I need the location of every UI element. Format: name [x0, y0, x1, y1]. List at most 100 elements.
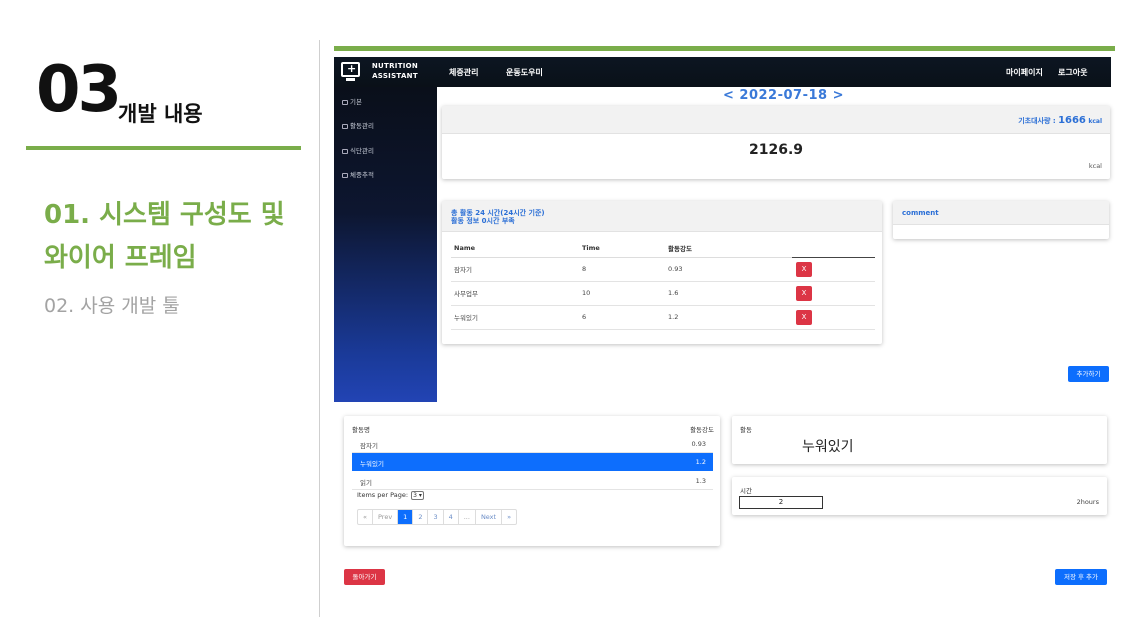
list-item[interactable]: 잠자기 0.93 — [352, 435, 713, 453]
slide-divider-rule — [26, 146, 301, 150]
picker-header-name: 활동명 — [352, 426, 370, 434]
activity-picker-card: 활동명 활동강도 잠자기 0.93 누워있기 1.2 읽기 1.3 Items … — [344, 416, 720, 546]
comment-title: comment — [902, 209, 939, 217]
bmr-value: 1666 — [1058, 115, 1086, 126]
page-prev-button[interactable]: Prev — [373, 510, 399, 524]
cell-time: 10 — [579, 281, 665, 306]
list-item-name: 누워있기 — [360, 460, 384, 468]
cell-time: 6 — [579, 305, 665, 330]
section-1-heading: 01. 시스템 구성도 및 와이어 프레임 — [44, 194, 304, 280]
sidebar-item-label: 체중추적 — [350, 171, 374, 179]
nav-weight-management[interactable]: 체중관리 — [449, 67, 478, 78]
activity-table-card: 총 활동 24 시간(24시간 기준) 활동 정보 0시간 부족 Name Ti… — [442, 201, 882, 344]
time-field-card: 시간 2 2hours — [732, 477, 1107, 515]
page-next-button[interactable]: Next — [476, 510, 503, 524]
time-input[interactable]: 2 — [739, 496, 823, 509]
activity-table: Name Time 활동강도 잠자기 8 0.93 X 사무업무 10 1.6 … — [451, 239, 875, 330]
page-button-2[interactable]: 2 — [413, 510, 429, 524]
bmr-label: 기초대사량 : 1666 kcal — [1018, 115, 1102, 126]
column-header-name: Name — [451, 239, 579, 258]
delete-button[interactable]: X — [796, 285, 812, 301]
table-row: 누워있기 6 1.2 X — [451, 305, 875, 330]
activity-field-card: 활동 누워있기 — [732, 416, 1107, 464]
slide-title: 개발 내용 — [118, 102, 203, 126]
items-per-page-value: 3 — [413, 492, 417, 499]
delete-button[interactable]: X — [796, 309, 812, 325]
list-item[interactable]: 읽기 1.3 — [352, 472, 713, 490]
page-ellipsis: ... — [459, 510, 476, 524]
activity-summary-shortage: 활동 정보 0시간 부족 — [451, 217, 515, 225]
save-and-add-button[interactable]: 저장 후 추가 — [1055, 569, 1107, 585]
list-item-intensity: 1.2 — [695, 458, 706, 466]
time-field-label: 시간 — [740, 487, 752, 495]
sidebar-item-label: 활동관리 — [350, 122, 374, 130]
table-row: 사무업무 10 1.6 X — [451, 281, 875, 306]
picker-header: 활동명 활동강도 — [352, 424, 714, 434]
brand-line-1: NUTRITION — [371, 62, 419, 70]
total-kcal-value: 2126.9 — [748, 142, 804, 158]
card-header — [442, 106, 1110, 134]
activity-summary-total: 총 활동 24 시간(24시간 기준) — [451, 209, 545, 217]
activity-field-label: 활동 — [740, 426, 752, 434]
cell-intensity: 1.2 — [665, 305, 792, 330]
comment-card: comment — [893, 201, 1109, 239]
brand-logo-text[interactable]: NUTRITION ASSISTANT — [366, 61, 424, 81]
items-per-page: Items per Page: 3 ▾ — [357, 491, 424, 500]
cell-name: 잠자기 — [451, 257, 579, 282]
folder-icon — [342, 172, 348, 178]
table-row: 잠자기 8 0.93 X — [451, 257, 875, 282]
sidebar: 기본 활동관리 식단관리 체중추적 — [334, 87, 437, 402]
brand-line-2: ASSISTANT — [372, 72, 418, 80]
folder-icon — [342, 99, 348, 105]
page-last-button[interactable]: » — [502, 510, 516, 524]
sidebar-item-diet[interactable]: 식단관리 — [342, 145, 374, 155]
column-header-time: Time — [579, 239, 665, 258]
sidebar-item-label: 기본 — [350, 98, 362, 106]
sidebar-item-activity[interactable]: 활동관리 — [342, 120, 374, 130]
folder-icon — [342, 148, 348, 154]
page-button-4[interactable]: 4 — [444, 510, 459, 524]
nav-exercise-helper[interactable]: 운동도우미 — [506, 67, 543, 78]
page-button-3[interactable]: 3 — [428, 510, 444, 524]
sidebar-item-basic[interactable]: 기본 — [342, 96, 362, 106]
page-first-button[interactable]: « — [358, 510, 373, 524]
add-activity-button[interactable]: 추가하기 — [1068, 366, 1109, 382]
activity-summary: 총 활동 24 시간(24시간 기준) 활동 정보 0시간 부족 — [451, 209, 545, 225]
bmr-label-text: 기초대사량 : — [1018, 117, 1059, 125]
delete-button[interactable]: X — [796, 261, 812, 277]
back-button[interactable]: 돌아가기 — [344, 569, 385, 585]
activity-field-value: 누워있기 — [802, 439, 854, 455]
total-kcal-unit: kcal — [1088, 162, 1102, 170]
picker-header-intensity: 활동강도 — [690, 426, 714, 434]
section-1-line-2: 와이어 프레임 — [44, 243, 197, 273]
sidebar-item-weight[interactable]: 체중추적 — [342, 169, 374, 179]
nav-my-page[interactable]: 마이페이지 — [1006, 67, 1043, 78]
list-item-selected[interactable]: 누워있기 1.2 — [352, 453, 713, 471]
column-header-actions — [792, 239, 875, 258]
monitor-plus-icon: + — [341, 62, 360, 81]
list-item-intensity: 1.3 — [695, 477, 706, 485]
cell-intensity: 0.93 — [665, 257, 792, 282]
slide-number: 03 — [36, 53, 122, 127]
cell-actions: X — [792, 305, 875, 330]
sidebar-item-label: 식단관리 — [350, 147, 374, 155]
time-unit-readout: 2hours — [1076, 498, 1099, 506]
bmr-unit: kcal — [1088, 118, 1102, 125]
items-per-page-label: Items per Page: — [357, 491, 409, 499]
pagination: « Prev 1 2 3 4 ... Next » — [357, 509, 518, 525]
top-accent-rule — [334, 46, 1115, 51]
table-header-row: Name Time 활동강도 — [451, 239, 875, 258]
list-item-name: 읽기 — [360, 479, 372, 487]
folder-icon — [342, 123, 348, 129]
date-navigator[interactable]: < 2022-07-18 > — [723, 88, 844, 103]
cell-time: 8 — [579, 257, 665, 282]
cell-name: 사무업무 — [451, 281, 579, 306]
section-2-heading: 02. 사용 개발 툴 — [44, 295, 180, 317]
nav-logout[interactable]: 로그아웃 — [1058, 67, 1087, 78]
calorie-summary-card: 기초대사량 : 1666 kcal 2126.9 kcal — [442, 106, 1110, 179]
list-item-name: 잠자기 — [360, 442, 378, 450]
page-button-1[interactable]: 1 — [398, 510, 414, 524]
column-header-intensity: 활동강도 — [665, 239, 792, 258]
items-per-page-select[interactable]: 3 ▾ — [411, 491, 424, 500]
list-item-intensity: 0.93 — [691, 440, 706, 448]
